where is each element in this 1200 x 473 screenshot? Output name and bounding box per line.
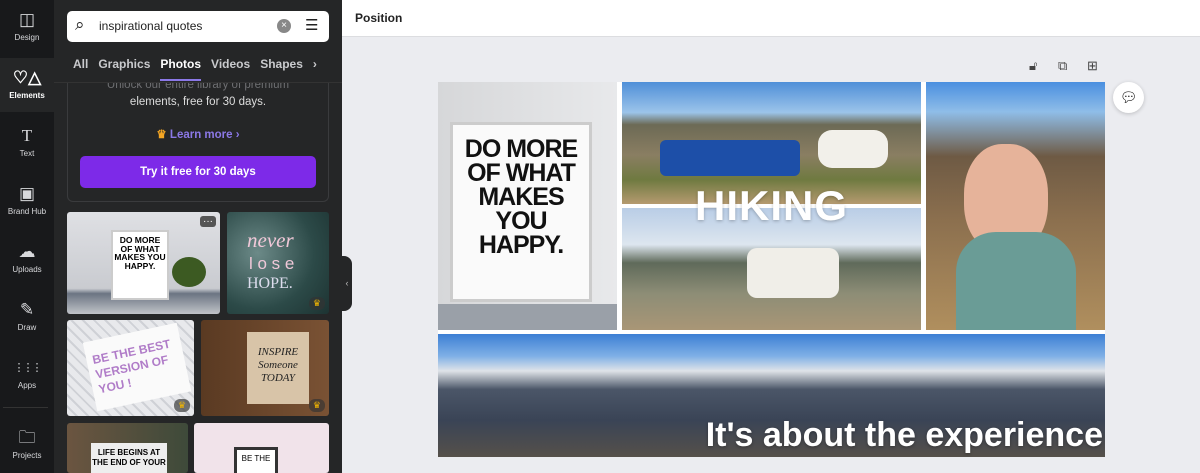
learn-more-label: Learn more ›: [169, 129, 240, 141]
caption-text[interactable]: It's about the experience: [706, 416, 1103, 455]
duplicate-icon[interactable]: ⧉: [1058, 58, 1067, 74]
rail-label: Text: [19, 149, 35, 158]
lock-icon[interactable]: 🔓︎: [1029, 58, 1037, 74]
rail-elements[interactable]: ♡△ Elements: [0, 58, 54, 112]
top-bar: Position: [342, 0, 1200, 37]
rail-draw[interactable]: ✎ Draw: [0, 290, 54, 344]
rail-label: Brand Hub: [7, 207, 47, 216]
rail-label: Uploads: [12, 265, 42, 274]
add-page-icon[interactable]: ⊞: [1087, 58, 1098, 74]
add-comment-button[interactable]: 💬︎: [1113, 82, 1144, 113]
rail-label: Draw: [17, 323, 37, 332]
promo-text: elements, free for 30 days.: [129, 96, 267, 108]
folder-icon: 🗀: [18, 428, 36, 447]
rail-projects[interactable]: 🗀 Projects: [0, 418, 54, 472]
premium-crown-icon: ♛: [308, 297, 325, 310]
learn-more-link[interactable]: ♛ Learn more ›: [68, 127, 328, 141]
rail-label: Projects: [12, 451, 42, 460]
tab-shapes[interactable]: Shapes: [260, 57, 303, 79]
cloud-upload-icon: ☁: [18, 242, 36, 261]
photo-thumb[interactable]: BE THE: [194, 423, 329, 473]
thumb-text: BE THE: [234, 447, 278, 473]
divider: [3, 407, 48, 408]
thumb-text: never: [247, 228, 294, 252]
thumb-text: DO MORE OF WHAT MAKES YOU HAPPY.: [111, 230, 169, 300]
elements-panel: Unlock our entire library of premium ele…: [54, 0, 342, 473]
premium-crown-icon: ♛: [173, 399, 190, 412]
shirt: [956, 232, 1076, 330]
comment-icon: 💬︎: [1119, 89, 1138, 105]
premium-crown-icon: ♛: [308, 399, 325, 412]
photo-thumb[interactable]: INSPIRE Someone TODAY ♛: [201, 320, 329, 416]
rail-apps[interactable]: ⋮⋮⋮ Apps: [0, 348, 54, 402]
photo-thumb[interactable]: BE THE BEST VERSION OF YOU ! ♛: [67, 320, 194, 416]
tab-videos[interactable]: Videos: [211, 57, 250, 79]
tab-all[interactable]: All: [73, 57, 88, 79]
thumb-text: INSPIRE Someone TODAY: [247, 332, 309, 404]
position-button[interactable]: Position: [355, 11, 402, 25]
design-page[interactable]: DO MORE OF WHAT MAKES YOU HAPPY. HIKING …: [438, 82, 1105, 457]
thumb-text: HOPE.: [247, 275, 293, 292]
search-value: inspirational quotes: [99, 19, 203, 33]
rail-label: Design: [14, 33, 40, 42]
photo-thumb[interactable]: LIFE BEGINS AT THE END OF YOUR: [67, 423, 188, 473]
rail-design[interactable]: ◫ Design: [0, 0, 54, 54]
search-icon: ⌕: [75, 15, 85, 34]
hiking-heading[interactable]: HIKING: [438, 182, 1105, 230]
rail-label: Apps: [17, 381, 37, 390]
try-free-button[interactable]: Try it free for 30 days: [80, 156, 316, 188]
collapse-panel-handle[interactable]: ‹: [342, 256, 352, 311]
pen-icon: ✎: [19, 300, 35, 319]
filter-icon[interactable]: ☰: [305, 16, 318, 34]
layout-icon: ◫: [18, 10, 36, 29]
rail-uploads[interactable]: ☁ Uploads: [0, 232, 54, 286]
promo-card: Unlock our entire library of premium ele…: [67, 70, 329, 202]
truck: [660, 140, 800, 176]
photo-thumb[interactable]: never l o s e HOPE. ♛: [227, 212, 329, 314]
shapes-icon: ♡△: [12, 68, 42, 87]
photo-thumb[interactable]: DO MORE OF WHAT MAKES YOU HAPPY. ···: [67, 212, 220, 314]
rail-text[interactable]: T Text: [0, 116, 54, 170]
grid-icon: ⋮⋮⋮: [13, 362, 43, 374]
crown-icon: ♛: [156, 129, 170, 141]
trailer: [818, 130, 888, 168]
thumb-text: BE THE BEST VERSION OF YOU !: [82, 322, 192, 412]
left-rail: ◫ Design ♡△ Elements T Text ▣ Brand Hub ☁ Upl…: [0, 0, 54, 473]
thumb-text: l o s e: [249, 254, 295, 273]
clear-icon[interactable]: ×: [277, 19, 291, 33]
plant: [172, 257, 206, 287]
tab-graphics[interactable]: Graphics: [98, 57, 150, 79]
trailer: [747, 248, 839, 298]
tabs-next-icon[interactable]: ›: [313, 57, 317, 79]
rail-label: Elements: [9, 91, 45, 100]
text-icon: T: [21, 126, 33, 145]
rail-brand-hub[interactable]: ▣ Brand Hub: [0, 174, 54, 228]
brand-icon: ▣: [18, 184, 36, 203]
search-input[interactable]: ⌕ inspirational quotes × ☰: [67, 11, 329, 42]
more-options-icon[interactable]: ···: [200, 216, 216, 227]
tab-photos[interactable]: Photos: [160, 57, 202, 81]
tabs: All Graphics Photos Videos Shapes ›: [73, 57, 327, 81]
thumb-text: LIFE BEGINS AT THE END OF YOUR: [91, 443, 167, 473]
